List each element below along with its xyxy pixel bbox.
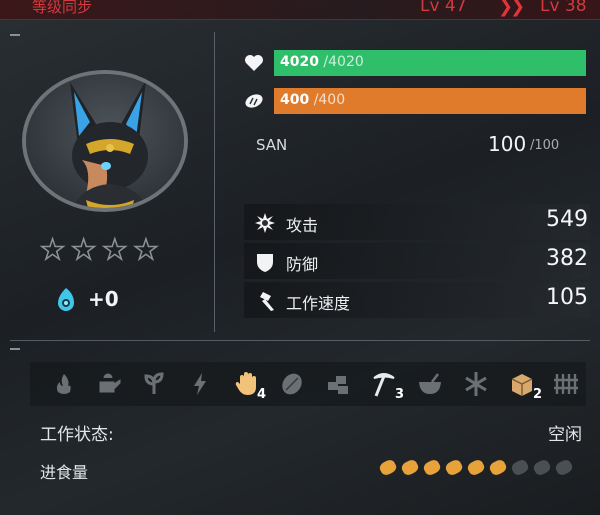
bread-icon — [245, 94, 263, 108]
soul-bonus-value: +0 — [88, 287, 119, 311]
panel-divider — [214, 32, 215, 332]
food-pip-icon — [399, 458, 421, 477]
level-arrow-icon: ❯❯ — [498, 0, 525, 17]
farming-icon[interactable] — [552, 370, 580, 398]
star-icon: ★ — [70, 233, 97, 266]
heart-icon — [245, 55, 263, 71]
food-pip-icon — [487, 458, 509, 477]
san-label: SAN — [256, 136, 288, 154]
level-current: Lv 47 — [420, 0, 467, 16]
work-suitability-bar: 4 3 2 — [30, 362, 586, 406]
stat-label: 工作速度 — [286, 294, 351, 313]
stat-label: 攻击 — [286, 216, 319, 235]
transporting-icon[interactable]: 2 — [508, 370, 542, 402]
corner-tick — [10, 34, 20, 36]
planting-icon[interactable] — [140, 370, 168, 398]
food-bar: 400 /400 — [274, 88, 586, 114]
food-pip-icon — [465, 458, 487, 477]
stat-value: 382 — [546, 246, 588, 271]
character-portrait[interactable] — [22, 70, 188, 212]
soul-icon — [58, 288, 74, 311]
food-pip-icon — [509, 458, 531, 477]
star-icon: ★ — [39, 233, 66, 266]
san-max: /100 — [530, 138, 560, 153]
stat-attack: 攻击 549 — [244, 204, 590, 240]
food-pip-icon — [377, 458, 399, 477]
food-pip-icon — [553, 458, 575, 477]
handiwork-icon[interactable]: 4 — [232, 370, 266, 402]
food-pip-icon — [531, 458, 553, 477]
watering-icon[interactable] — [94, 370, 122, 398]
food-pip-icon — [421, 458, 443, 477]
hp-text: 4020 /4020 — [280, 54, 364, 70]
star-icon: ★ — [133, 233, 160, 266]
food-intake-meter — [377, 458, 590, 480]
electricity-icon[interactable] — [186, 370, 214, 398]
level-target: Lv 38 — [540, 0, 587, 16]
corner-tick — [10, 348, 20, 350]
mining-icon[interactable]: 3 — [370, 370, 404, 402]
attack-icon — [255, 213, 275, 233]
food-pip-icon — [443, 458, 465, 477]
stat-work-speed: 工作速度 105 — [244, 282, 590, 318]
gathering-icon[interactable] — [278, 370, 306, 398]
food-intake-label: 进食量 — [40, 463, 89, 482]
stat-value: 549 — [546, 207, 588, 232]
section-divider — [10, 340, 590, 341]
san-value: 100 — [488, 132, 527, 156]
hp-bar: 4020 /4020 — [274, 50, 586, 76]
medicine-icon[interactable] — [416, 370, 444, 398]
stat-label: 防御 — [286, 255, 319, 274]
rank-stars: ★ ★ ★ ★ — [39, 233, 160, 266]
kindling-icon[interactable] — [50, 370, 78, 398]
shield-icon — [257, 254, 273, 272]
food-text: 400 /400 — [280, 92, 346, 108]
work-status-label: 工作状态: — [40, 425, 114, 445]
hammer-icon — [260, 292, 274, 311]
star-icon: ★ — [101, 233, 128, 266]
anubis-portrait-icon — [26, 74, 184, 208]
stat-value: 105 — [546, 285, 588, 310]
lumbering-icon[interactable] — [324, 370, 352, 398]
level-sync-label: 等级同步 — [32, 0, 93, 16]
stat-defense: 防御 382 — [244, 243, 590, 279]
level-sync-bar: 等级同步 Lv 47 ❯❯ Lv 38 — [0, 0, 600, 20]
work-status-value: 空闲 — [548, 425, 582, 445]
cooling-icon[interactable] — [462, 370, 490, 398]
